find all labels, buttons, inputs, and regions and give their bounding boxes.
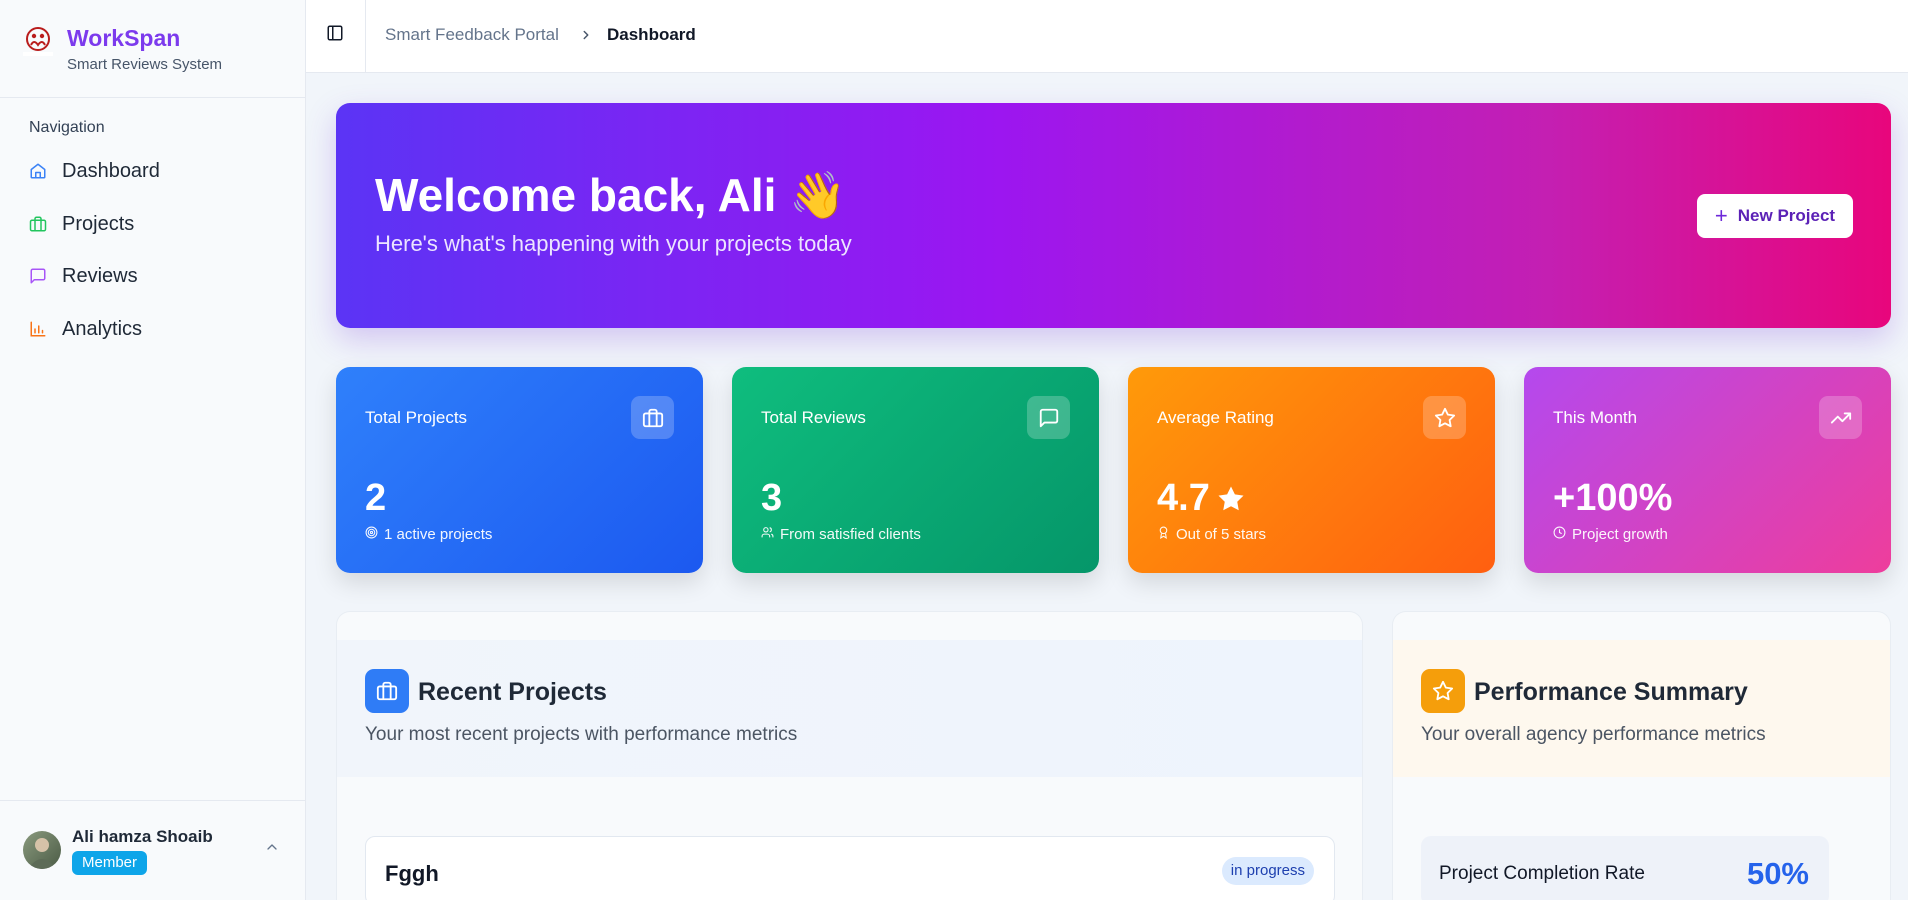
chevron-up-icon[interactable] xyxy=(264,839,280,855)
project-card[interactable]: Fggh in progress xyxy=(365,836,1335,900)
users-icon xyxy=(761,526,780,543)
stat-value: 2 xyxy=(365,477,387,519)
role-badge: Member xyxy=(72,851,148,875)
project-name: Fggh xyxy=(385,861,439,886)
message-icon xyxy=(1027,396,1070,439)
stat-footer-text: Project growth xyxy=(1572,526,1668,543)
breadcrumb-link[interactable]: Smart Feedback Portal xyxy=(385,25,559,45)
stat-value: 3 xyxy=(761,477,783,519)
welcome-subtitle: Here's what's happening with your projec… xyxy=(375,231,852,256)
award-icon xyxy=(1157,526,1176,543)
welcome-banner: Welcome back, Ali 👋 Here's what's happen… xyxy=(336,103,1891,328)
star-icon xyxy=(1216,484,1246,514)
stat-footer-text: Out of 5 stars xyxy=(1176,526,1267,543)
briefcase-icon xyxy=(365,669,409,713)
nav-section-title: Navigation xyxy=(29,119,105,136)
performance-summary-panel: Performance Summary Your overall agency … xyxy=(1392,611,1891,900)
clock-icon xyxy=(1553,526,1572,543)
stat-title: Total Projects xyxy=(365,408,468,427)
star-icon xyxy=(1423,396,1466,439)
new-project-button[interactable]: + New Project xyxy=(1697,194,1853,238)
sidebar-toggle-button[interactable] xyxy=(322,22,348,48)
stat-title: This Month xyxy=(1553,408,1638,427)
metric-label: Project Completion Rate xyxy=(1439,863,1645,884)
sidebar-item-label: Projects xyxy=(62,212,135,235)
stat-title: Average Rating xyxy=(1157,408,1274,427)
star-icon xyxy=(1421,669,1465,713)
brand-subtitle: Smart Reviews System xyxy=(67,56,223,73)
user-name: Ali hamza Shoaib xyxy=(72,827,213,846)
sidebar-item-label: Dashboard xyxy=(62,159,160,182)
recent-projects-panel: Recent Projects Your most recent project… xyxy=(336,611,1363,900)
stat-card-average-rating: Average Rating 4.7 Out of 5 stars xyxy=(1128,367,1495,573)
bar-chart-icon xyxy=(29,320,47,338)
stat-footer: Out of 5 stars xyxy=(1157,526,1266,543)
welcome-title: Welcome back, Ali 👋 xyxy=(375,169,847,221)
panel-title: Performance Summary xyxy=(1474,678,1748,706)
panel-header: Performance Summary Your overall agency … xyxy=(1393,640,1890,777)
breadcrumb-current: Dashboard xyxy=(607,25,696,44)
user-menu[interactable]: Ali hamza Shoaib Member xyxy=(0,800,305,900)
target-icon xyxy=(365,526,384,543)
stat-title: Total Reviews xyxy=(761,408,866,427)
stat-card-this-month: This Month +100% Project growth xyxy=(1524,367,1891,573)
stat-value: 4.7 xyxy=(1157,477,1246,520)
stat-value-text: 4.7 xyxy=(1157,477,1210,519)
sidebar-item-projects[interactable]: Projects xyxy=(20,202,290,246)
message-icon xyxy=(29,267,47,285)
briefcase-icon xyxy=(29,215,47,233)
stat-footer: From satisfied clients xyxy=(761,526,921,543)
stat-footer-text: 1 active projects xyxy=(384,526,493,543)
brand-header: WorkSpan Smart Reviews System xyxy=(0,0,305,98)
panel-left-icon xyxy=(326,24,344,47)
sidebar-item-label: Reviews xyxy=(62,264,138,287)
stat-card-total-projects: Total Projects 2 1 active projects xyxy=(336,367,703,573)
sidebar-item-dashboard[interactable]: Dashboard xyxy=(20,149,290,193)
panel-subtitle: Your overall agency performance metrics xyxy=(1421,724,1766,745)
sidebar-item-reviews[interactable]: Reviews xyxy=(20,254,290,298)
stat-footer: Project growth xyxy=(1553,526,1668,543)
new-project-label: New Project xyxy=(1737,206,1836,225)
avatar xyxy=(23,831,61,869)
workspan-logo[interactable] xyxy=(20,26,56,58)
panel-subtitle: Your most recent projects with performan… xyxy=(365,724,798,745)
brand-name: WorkSpan xyxy=(67,25,181,51)
trending-up-icon xyxy=(1819,396,1862,439)
stat-footer: 1 active projects xyxy=(365,526,492,543)
sidebar-item-analytics[interactable]: Analytics xyxy=(20,307,290,351)
sidebar: WorkSpan Smart Reviews System Navigation… xyxy=(0,0,306,900)
topbar: Smart Feedback Portal Dashboard xyxy=(306,0,1908,73)
briefcase-icon xyxy=(631,396,674,439)
panel-title: Recent Projects xyxy=(418,678,607,706)
stat-value: +100% xyxy=(1553,477,1673,519)
stat-card-total-reviews: Total Reviews 3 From satisfied clients xyxy=(732,367,1099,573)
chevron-right-icon xyxy=(579,28,593,42)
plus-icon: + xyxy=(1714,203,1728,228)
status-badge: in progress xyxy=(1221,857,1314,885)
metric-card: Project Completion Rate 50% xyxy=(1421,836,1829,900)
stat-footer-text: From satisfied clients xyxy=(780,526,921,543)
home-icon xyxy=(29,162,47,180)
divider xyxy=(365,0,366,73)
sidebar-item-label: Analytics xyxy=(62,317,143,340)
panel-header: Recent Projects Your most recent project… xyxy=(337,640,1362,777)
metric-value: 50% xyxy=(1746,856,1809,891)
